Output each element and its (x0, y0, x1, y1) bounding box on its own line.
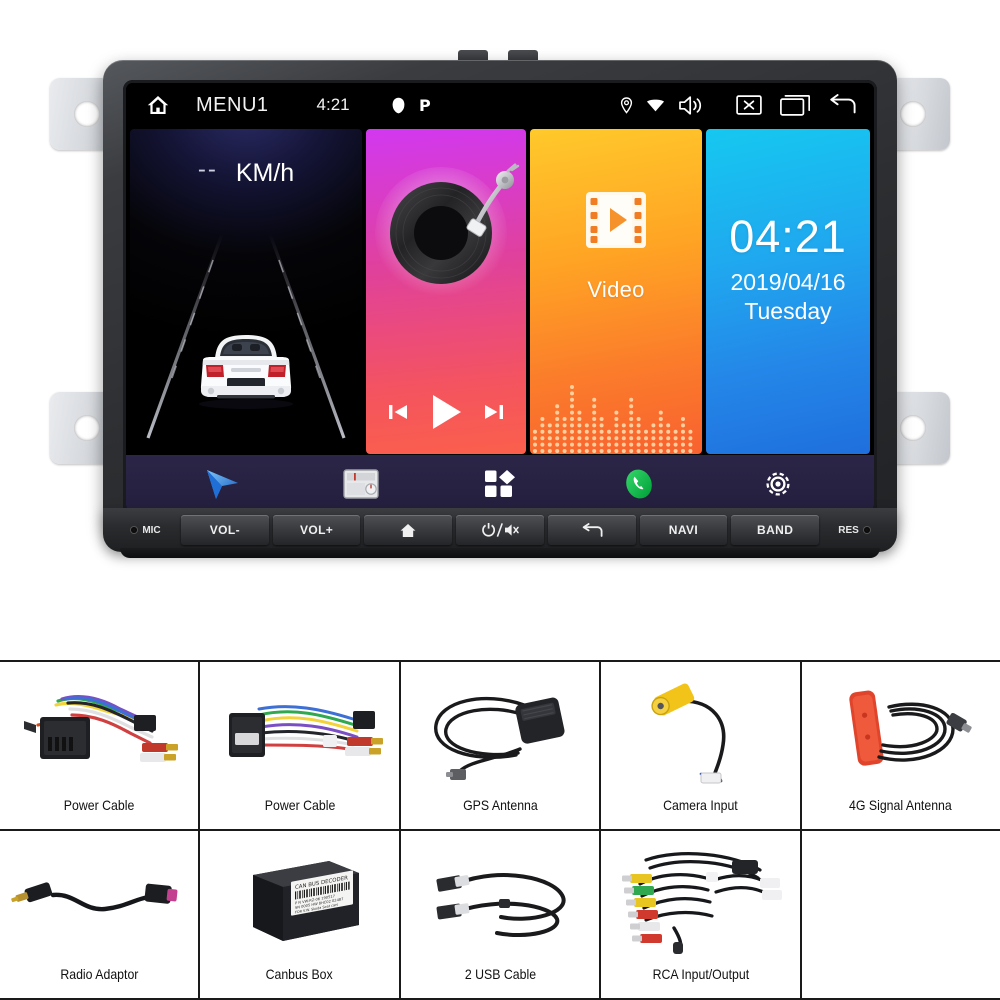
head-unit-chassis: MENU1 4:21 P -- KM/h Video 04:21 2019/04… (103, 60, 897, 540)
menu-title: MENU1 (196, 93, 269, 116)
music-transport-controls (366, 392, 526, 432)
power-harness-iso-connector-2 (200, 668, 398, 793)
hw-button-power-mute[interactable] (456, 515, 544, 545)
tile-video[interactable]: Video (530, 129, 702, 454)
navigation-arrow-icon (203, 467, 241, 501)
dock-bar (126, 454, 874, 512)
accessory-cell-camera-input: Camera Input (599, 662, 799, 829)
location-pin-icon (620, 96, 633, 114)
accessory-cell-gps-antenna: GPS Antenna (398, 662, 599, 829)
res-label: RES (838, 524, 859, 536)
speed-readout: -- KM/h (197, 156, 295, 188)
power-harness-iso-connector (0, 668, 198, 793)
accessory-label: Power Cable (63, 797, 135, 813)
dock-item-apps[interactable] (468, 461, 532, 507)
power-mute-icon (482, 523, 519, 537)
apps-grid-icon (484, 469, 516, 499)
svg-text:P: P (419, 97, 431, 114)
back-arrow-icon (582, 522, 603, 537)
touchscreen[interactable]: MENU1 4:21 P -- KM/h Video 04:21 2019/04… (126, 83, 874, 512)
speed-value: -- (197, 156, 218, 183)
hw-button-band[interactable]: BAND (731, 515, 820, 545)
film-strip-play-icon (585, 191, 647, 249)
accessory-cell-rca-io: RCA Input/Output (599, 831, 799, 998)
hw-button-vol-up[interactable]: VOL+ (272, 515, 361, 545)
tile-clock[interactable]: 04:21 2019/04/16 Tuesday (706, 129, 870, 454)
mic-hole-icon (131, 527, 138, 533)
tile-car-speed[interactable]: -- KM/h (130, 129, 362, 454)
accessory-label: Power Cable (264, 797, 335, 813)
parking-p-icon: P (419, 97, 432, 114)
speaker-volume-icon[interactable] (678, 95, 704, 116)
status-clock: 4:21 (316, 95, 350, 114)
hw-button-home[interactable] (364, 515, 453, 545)
recents-window-icon[interactable] (780, 94, 810, 116)
usb-cable-pair (401, 837, 599, 962)
accessory-label: Camera Input (663, 797, 738, 813)
home-icon (400, 523, 416, 537)
accessory-label: Radio Adaptor (60, 966, 139, 982)
accessory-cell-canbus-box: CAN BUS DECODER P N VW-RZ-06 190517 SN 0… (198, 831, 398, 998)
accessory-label: RCA Input/Output (652, 966, 749, 982)
canbus-decoder-box: CAN BUS DECODER P N VW-RZ-06 190517 SN 0… (200, 837, 398, 962)
hardware-button-strip: MIC VOL- VOL+ NAVI BAND RES (103, 508, 897, 552)
chassis-bottom-edge (120, 548, 880, 558)
accessory-label: 4G Signal Antenna (849, 797, 953, 813)
clock-date: 2019/04/16 (730, 269, 846, 295)
next-track-icon[interactable] (482, 400, 506, 424)
home-icon[interactable] (146, 94, 170, 116)
mic-port: MIC (113, 525, 179, 536)
dock-item-phone[interactable] (607, 461, 671, 507)
wifi-icon (646, 98, 665, 113)
accessory-cell-power-cable-1: Power Cable (0, 662, 198, 829)
car-rear-graphic (199, 335, 293, 409)
accessory-label: 2 USB Cable (464, 966, 536, 982)
accessories-row-2: Radio Adaptor CAN BUS DECODER P N VW-RZ-… (0, 829, 1000, 998)
reset-hole-icon[interactable] (863, 527, 870, 533)
4g-antenna-red-patch (802, 668, 1000, 793)
mic-label: MIC (142, 524, 161, 536)
play-icon[interactable] (427, 392, 465, 432)
home-tiles: -- KM/h Video 04:21 2019/04/16 Tuesday (126, 127, 874, 454)
radio-antenna-adaptor (0, 837, 198, 962)
clock-time: 04:21 (729, 211, 847, 262)
accessory-cell-4g-antenna: 4G Signal Antenna (799, 662, 1000, 829)
hw-button-navi[interactable]: NAVI (639, 515, 728, 545)
previous-track-icon[interactable] (386, 400, 410, 424)
vinyl-record-turntable (371, 161, 521, 321)
status-bar: MENU1 4:21 P (126, 83, 874, 127)
accessory-cell-radio-adaptor: Radio Adaptor (0, 831, 198, 998)
gps-antenna-puck-cable (401, 668, 599, 793)
accessories-table: Power Cable Power Cable GPS Antenna Came… (0, 660, 1000, 1000)
equalizer-dots-graphic (533, 385, 693, 453)
accessory-cell-usb-cable: 2 USB Cable (398, 831, 599, 998)
dock-item-navigation[interactable] (190, 461, 254, 507)
hw-button-back[interactable] (547, 515, 636, 545)
accessory-cell-power-cable-2: Power Cable (198, 662, 398, 829)
accessory-cell-empty (799, 831, 1000, 998)
clock-weekday: Tuesday (744, 298, 832, 324)
video-tile-label: Video (587, 277, 645, 302)
back-arrow-icon[interactable] (828, 94, 856, 116)
accessory-label: Canbus Box (266, 966, 334, 982)
tile-music[interactable] (366, 129, 526, 454)
settings-gear-icon (760, 466, 796, 502)
accessory-label: GPS Antenna (462, 797, 538, 813)
close-box-icon[interactable] (736, 94, 762, 116)
accessories-row-1: Power Cable Power Cable GPS Antenna Came… (0, 662, 1000, 829)
dock-item-settings[interactable] (746, 461, 810, 507)
screen-bezel: MENU1 4:21 P -- KM/h Video 04:21 2019/04… (123, 80, 877, 515)
head-unit-photo: MENU1 4:21 P -- KM/h Video 04:21 2019/04… (0, 0, 1000, 640)
speed-unit: KM/h (235, 159, 295, 187)
reset-port[interactable]: RES (821, 525, 887, 536)
radio-tuner-icon (343, 468, 379, 499)
rca-av-harness (601, 837, 799, 962)
hw-button-vol-down[interactable]: VOL- (181, 515, 269, 545)
dock-item-radio[interactable] (329, 461, 393, 507)
bluetooth-icon (392, 97, 405, 114)
camera-input-rca-yellow (601, 668, 799, 793)
phone-handset-icon (621, 466, 657, 502)
